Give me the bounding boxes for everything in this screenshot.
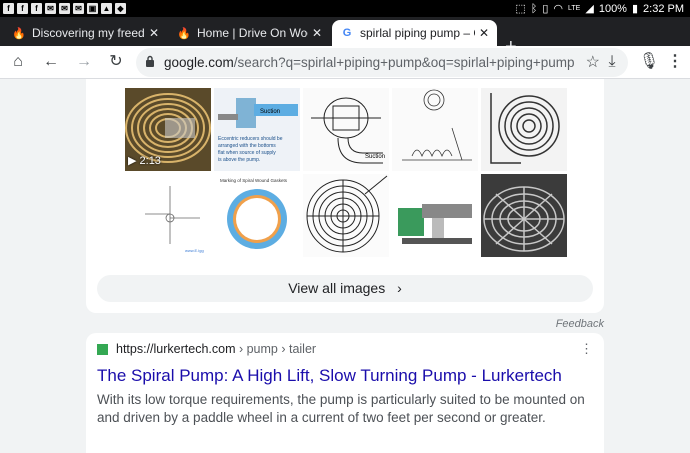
forward-button[interactable]: → xyxy=(73,51,95,73)
tab-strip: 🔥 Discovering my freedom ✕ 🔥 Home | Driv… xyxy=(0,17,690,57)
menu-kebab-icon[interactable]: ⋮ xyxy=(664,51,686,73)
cast-icon: ⬚ xyxy=(515,3,526,15)
tab-drive-on-wood[interactable]: 🔥 Home | Drive On Wood! ✕ xyxy=(169,20,330,46)
url-path: /search?q=spirlal+piping+pump&oq=spirlal… xyxy=(233,55,574,70)
svg-text:Suction: Suction xyxy=(365,154,385,160)
notification-icon: f xyxy=(17,3,28,14)
image-icon: ▣ xyxy=(87,3,98,14)
notification-icon: ◆ xyxy=(115,3,126,14)
reload-button[interactable]: ↻ xyxy=(105,51,127,73)
google-g-icon: G xyxy=(342,27,352,39)
feedback-link[interactable]: Feedback xyxy=(556,318,604,330)
spiral-wheel-sketch xyxy=(303,174,389,257)
spiral-coil-drawing xyxy=(481,88,567,171)
image-thumb-gasket[interactable]: Marking of Spiral Wound Gaskets xyxy=(214,174,300,257)
image-thumb-suction-diagram[interactable]: Suction Eccentric reducers should be arr… xyxy=(214,88,300,171)
close-tab-icon[interactable]: ✕ xyxy=(308,26,326,40)
view-all-images-button[interactable]: View all images › xyxy=(97,275,593,302)
image-thumb-pump-section[interactable]: Suction xyxy=(303,88,389,171)
notification-icon: f xyxy=(3,3,14,14)
svg-text:is above the pump.: is above the pump. xyxy=(218,157,260,163)
clock: 2:32 PM xyxy=(643,2,684,15)
svg-text:www.E.igg: www.E.igg xyxy=(185,248,204,253)
close-tab-icon[interactable]: ✕ xyxy=(475,26,493,40)
url-text: google.com/search?q=spirlal+piping+pump&… xyxy=(164,55,574,70)
image-thumb-pump-assembly[interactable] xyxy=(392,174,478,257)
coil-pump-sketch xyxy=(392,88,478,171)
mail-icon: ✉ xyxy=(45,3,56,14)
image-thumb-coil-sketch[interactable] xyxy=(392,88,478,171)
svg-text:Marking of Spiral Wound Gasket: Marking of Spiral Wound Gaskets xyxy=(220,178,288,183)
signal-icon: ◢ xyxy=(585,3,594,15)
notification-icon: ▲ xyxy=(101,3,112,14)
svg-text:arranged with the bottoms: arranged with the bottoms xyxy=(218,143,276,149)
wifi-icon: ◠ xyxy=(553,3,564,15)
url-domain: google.com xyxy=(164,55,234,70)
flame-icon: 🔥 xyxy=(12,27,26,40)
tab-google-search[interactable]: G spirlal piping pump – Goo ✕ xyxy=(332,20,497,46)
microphone-icon[interactable]: 🎙 xyxy=(638,51,660,73)
battery-percent: 100% xyxy=(598,2,627,15)
image-grid: ▶ 2:13 Suction Eccentric reducers should… xyxy=(125,88,567,257)
address-bar[interactable]: google.com/search?q=spirlal+piping+pump&… xyxy=(136,48,628,77)
status-bar: f f f ✉ ✉ ✉ ▣ ▲ ◆ ⬚ ᛒ ▯ ◠ LTE ◢ 100% ▮ 2… xyxy=(0,0,690,17)
back-button[interactable]: ← xyxy=(40,51,62,73)
bluetooth-icon: ᛒ xyxy=(530,2,538,15)
mail-icon: ✉ xyxy=(73,3,84,14)
pump-diagram: Suction Eccentric reducers should be arr… xyxy=(214,88,300,171)
result-url-base: https://lurkertech.com xyxy=(116,342,236,356)
download-icon[interactable]: ⤓ xyxy=(601,51,623,73)
video-duration: ▶ 2:13 xyxy=(128,155,161,167)
svg-text:flat when source of supply: flat when source of supply xyxy=(218,150,276,156)
tab-discovering-freedom[interactable]: 🔥 Discovering my freedom ✕ xyxy=(4,20,167,46)
svg-text:Eccentric reducers should be: Eccentric reducers should be xyxy=(218,136,283,142)
images-card: ▶ 2:13 Suction Eccentric reducers should… xyxy=(86,79,604,313)
tab-title: spirlal piping pump – Goo xyxy=(360,26,475,40)
gasket-diagram: Marking of Spiral Wound Gaskets xyxy=(214,174,300,257)
search-results: ▶ 2:13 Suction Eccentric reducers should… xyxy=(0,79,690,453)
siphon-diagram: www.E.igg xyxy=(125,174,211,257)
lock-icon xyxy=(146,55,154,67)
bookmark-star-icon[interactable]: ☆ xyxy=(586,52,600,72)
result-options-icon[interactable]: ⋮ xyxy=(580,341,593,357)
close-tab-icon[interactable]: ✕ xyxy=(145,26,163,40)
flame-icon: 🔥 xyxy=(177,27,191,40)
battery-icon: ▮ xyxy=(631,3,639,15)
result-url-path: › pump › tailer xyxy=(235,342,317,356)
wheel-photo xyxy=(481,174,567,257)
image-thumb-spiral-pump-sketch[interactable] xyxy=(303,174,389,257)
pump-cross-section: Suction xyxy=(303,88,389,171)
image-thumb-siphon-diagram[interactable]: www.E.igg xyxy=(125,174,211,257)
mail-icon: ✉ xyxy=(59,3,70,14)
notification-icon: f xyxy=(31,3,42,14)
view-all-label: View all images xyxy=(288,280,386,296)
image-thumb-video[interactable]: ▶ 2:13 xyxy=(125,88,211,171)
result-snippet: With its low torque requirements, the pu… xyxy=(97,392,585,425)
image-thumb-wheel-photo[interactable] xyxy=(481,174,567,257)
result-title-link[interactable]: The Spiral Pump: A High Lift, Slow Turni… xyxy=(97,366,562,386)
vibrate-icon: ▯ xyxy=(542,3,549,15)
chevron-right-icon: › xyxy=(397,280,402,296)
image-thumb-spiral-drawing[interactable] xyxy=(481,88,567,171)
network-label: LTE xyxy=(568,5,581,12)
result-url[interactable]: https://lurkertech.com › pump › tailer xyxy=(116,342,316,356)
home-button[interactable]: ⌂ xyxy=(7,51,29,73)
pump-assembly-drawing xyxy=(392,174,478,257)
browser-toolbar: ⌂ ← → ↻ google.com/search?q=spirlal+pipi… xyxy=(0,46,690,79)
svg-text:Suction: Suction xyxy=(260,109,280,115)
tab-title: Discovering my freedom xyxy=(32,26,145,40)
site-favicon xyxy=(97,344,108,355)
tab-title: Home | Drive On Wood! xyxy=(197,26,308,40)
notification-icons: f f f ✉ ✉ ✉ ▣ ▲ ◆ xyxy=(3,3,126,14)
search-result-card: https://lurkertech.com › pump › tailer ⋮… xyxy=(86,333,604,453)
